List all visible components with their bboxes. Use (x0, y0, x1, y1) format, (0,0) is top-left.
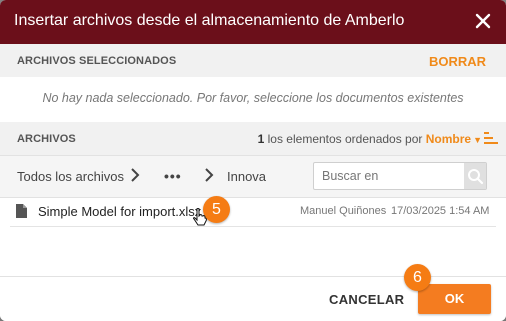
step-badge-5: 5 (203, 196, 230, 223)
file-icon (16, 204, 27, 218)
selected-files-header: ARCHIVOS SELECCIONADOS BORRAR (0, 44, 506, 77)
cancel-button[interactable]: CANCELAR (329, 292, 404, 307)
ok-button[interactable]: OK (418, 284, 491, 314)
sort-by-dropdown[interactable]: Nombre ▼ (426, 132, 482, 146)
dialog-titlebar: Insertar archivos desde el almacenamient… (0, 0, 506, 44)
dialog-footer: CANCELAR OK (0, 276, 506, 321)
file-name: Simple Model for import.xlsx (38, 204, 202, 219)
selected-files-label: ARCHIVOS SELECCIONADOS (17, 55, 177, 67)
sort-by-label: Nombre (425, 132, 472, 146)
close-icon[interactable] (472, 10, 494, 32)
breadcrumb-innova[interactable]: Innova (227, 169, 266, 184)
files-label: ARCHIVOS (17, 133, 76, 145)
breadcrumb-ellipsis[interactable]: ••• (164, 168, 182, 184)
search-button[interactable] (464, 163, 486, 189)
clear-button[interactable]: BORRAR (429, 54, 486, 69)
dialog-title: Insertar archivos desde el almacenamient… (14, 12, 405, 29)
items-count-text: los elementos ordenados por (264, 132, 426, 146)
search-input[interactable] (314, 163, 464, 189)
chevron-right-icon (131, 168, 140, 182)
caret-down-icon: ▼ (473, 135, 482, 145)
search-box (313, 162, 487, 190)
breadcrumb-all-files[interactable]: Todos los archivos (17, 169, 124, 184)
search-icon (468, 169, 484, 185)
file-owner: Manuel Quiñones (300, 205, 387, 217)
chevron-right-icon (205, 168, 214, 182)
file-date: 17/03/2025 1:54 AM (391, 205, 490, 217)
hand-pointer-icon (193, 208, 207, 226)
step-badge-6: 6 (404, 264, 431, 291)
empty-selection-message: No hay nada seleccionado. Por favor, sel… (42, 91, 464, 105)
files-header: ARCHIVOS 1 los elementos ordenados por N… (0, 122, 506, 155)
sort-lines-icon[interactable] (484, 132, 498, 144)
file-list-item[interactable]: Simple Model for import.xlsx Manuel Quiñ… (10, 196, 496, 227)
sort-info: 1 los elementos ordenados por Nombre ▼ (258, 132, 482, 146)
